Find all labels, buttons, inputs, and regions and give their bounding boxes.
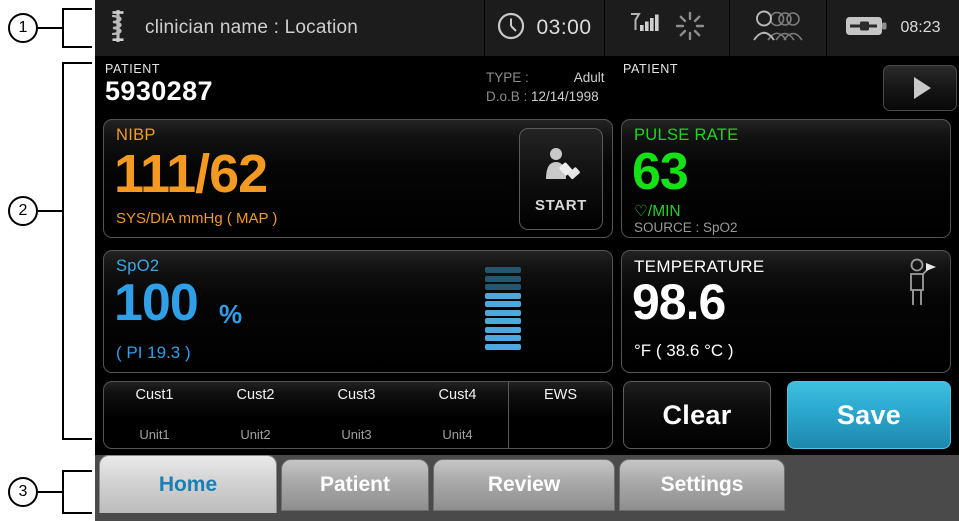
patient-type-label: TYPE :	[486, 70, 529, 85]
status-bar: clinician name : Location 03:00 08:23	[95, 0, 959, 56]
callout-bracket-2	[62, 62, 92, 440]
custom-param-unit: Unit2	[240, 427, 271, 442]
connectivity-segment[interactable]	[605, 0, 730, 56]
screenshot-root: 1 2 3 clinician name : Location 03:00 08…	[0, 0, 959, 521]
battery-charging-icon	[845, 14, 889, 43]
custom-param-cell[interactable]: Cust3 Unit3	[306, 382, 407, 448]
custom-param-name: Cust2	[236, 387, 275, 403]
clinician-segment[interactable]: clinician name : Location	[95, 0, 485, 56]
callout-stem-3	[38, 491, 64, 493]
pleth-segment	[485, 292, 521, 299]
bp-cuff-person-icon	[539, 145, 583, 194]
play-icon	[913, 77, 931, 99]
custom-param-name: Cust4	[438, 387, 477, 403]
custom-param-cell[interactable]: Cust2 Unit2	[205, 382, 306, 448]
caduceus-icon	[107, 9, 129, 48]
battery-segment[interactable]: 08:23	[827, 0, 959, 56]
clock-icon	[497, 12, 525, 45]
custom-param-unit: Unit3	[341, 427, 372, 442]
wifi-signal-icon	[629, 11, 663, 46]
patient-label: PATIENT	[105, 62, 161, 76]
tab-home[interactable]: Home	[99, 455, 277, 513]
temporal-thermometer-person-icon	[904, 257, 938, 314]
tab-review[interactable]: Review	[433, 459, 615, 511]
pulse-rate-units: ♡/MIN	[634, 203, 681, 220]
custom-param-unit: Unit1	[139, 427, 170, 442]
pleth-segment	[485, 275, 521, 282]
patient-header: PATIENT 5930287 TYPE : Adult D.o.B : 12/…	[95, 56, 959, 116]
patient-label-right: PATIENT	[623, 62, 679, 76]
nibp-interval-timer: 03:00	[536, 16, 592, 39]
spo2-pi-value: ( PI 19.3 )	[116, 343, 191, 362]
custom-param-cell[interactable]: Cust4 Unit4	[407, 382, 508, 448]
timer-segment[interactable]: 03:00	[485, 0, 605, 56]
pleth-segment	[485, 309, 521, 316]
callout-marker-1: 1	[8, 13, 38, 43]
pulse-rate-value: 63	[632, 143, 689, 201]
callout-stem-1	[38, 27, 64, 29]
custom-param-cell[interactable]: Cust1 Unit1	[104, 382, 205, 448]
patient-type-row: TYPE : Adult	[486, 70, 605, 85]
tab-bar: Home Patient Review Settings	[95, 455, 959, 521]
tab-patient[interactable]: Patient	[281, 459, 429, 511]
ews-cell[interactable]: EWS	[508, 382, 612, 448]
pleth-segment	[485, 284, 521, 290]
nibp-title: NIBP	[116, 126, 156, 144]
custom-param-unit: Unit4	[442, 427, 473, 442]
clock-time: 08:23	[900, 19, 941, 36]
patient-group-icon	[751, 9, 805, 48]
patient-list-segment[interactable]	[730, 0, 827, 56]
pulse-rate-source: SOURCE : SpO2	[634, 220, 738, 235]
patient-dob-value: 12/14/1998	[531, 89, 599, 104]
pleth-bargraph-icon	[485, 267, 521, 350]
patient-type-value: Adult	[573, 70, 605, 85]
spo2-percent-symbol: %	[219, 299, 243, 329]
temperature-value: 98.6	[632, 274, 726, 330]
pleth-segment	[485, 335, 521, 341]
custom-param-name: Cust3	[337, 387, 376, 403]
pulse-rate-panel[interactable]: PULSE RATE 63 ♡/MIN SOURCE : SpO2	[621, 119, 951, 238]
pleth-segment	[485, 267, 521, 273]
monitor-screen: clinician name : Location 03:00 08:23 PA…	[95, 0, 959, 521]
nibp-start-button[interactable]: START	[519, 128, 603, 230]
patient-dob-row: D.o.B : 12/14/1998	[486, 89, 599, 104]
nibp-units: SYS/DIA mmHg ( MAP )	[116, 210, 278, 227]
play-button[interactable]	[883, 65, 957, 111]
patient-id[interactable]: 5930287	[105, 76, 213, 107]
patient-dob-label: D.o.B :	[486, 89, 528, 104]
spo2-panel[interactable]: SpO2 100 % ( PI 19.3 )	[103, 250, 613, 373]
temperature-panel[interactable]: TEMPERATURE 98.6 °F ( 38.6 °C )	[621, 250, 951, 373]
nibp-value: 111/62	[114, 144, 268, 204]
clear-button[interactable]: Clear	[623, 381, 771, 449]
pleth-segment	[485, 318, 521, 324]
nibp-panel[interactable]: NIBP 111/62 SYS/DIA mmHg ( MAP ) START	[103, 119, 613, 238]
temperature-units: °F ( 38.6 °C )	[634, 341, 734, 360]
pleth-segment	[485, 343, 521, 350]
callout-bracket-3	[62, 470, 92, 514]
ews-label: EWS	[543, 387, 578, 403]
custom-parameters-row: Cust1 Unit1 Cust2 Unit2 Cust3 Unit3 Cust…	[103, 381, 613, 449]
save-button[interactable]: Save	[787, 381, 951, 449]
custom-param-name: Cust1	[135, 387, 174, 403]
spinner-icon	[675, 11, 705, 46]
tab-settings[interactable]: Settings	[619, 459, 785, 511]
callout-bracket-1	[62, 8, 92, 48]
clinician-location-text: clinician name : Location	[145, 17, 359, 38]
callout-marker-2: 2	[8, 196, 38, 226]
spo2-value: 100	[114, 274, 199, 332]
pleth-segment	[485, 301, 521, 307]
nibp-start-label: START	[535, 196, 587, 214]
pleth-segment	[485, 326, 521, 333]
callout-marker-3: 3	[8, 477, 38, 507]
callout-stem-2	[38, 210, 64, 212]
